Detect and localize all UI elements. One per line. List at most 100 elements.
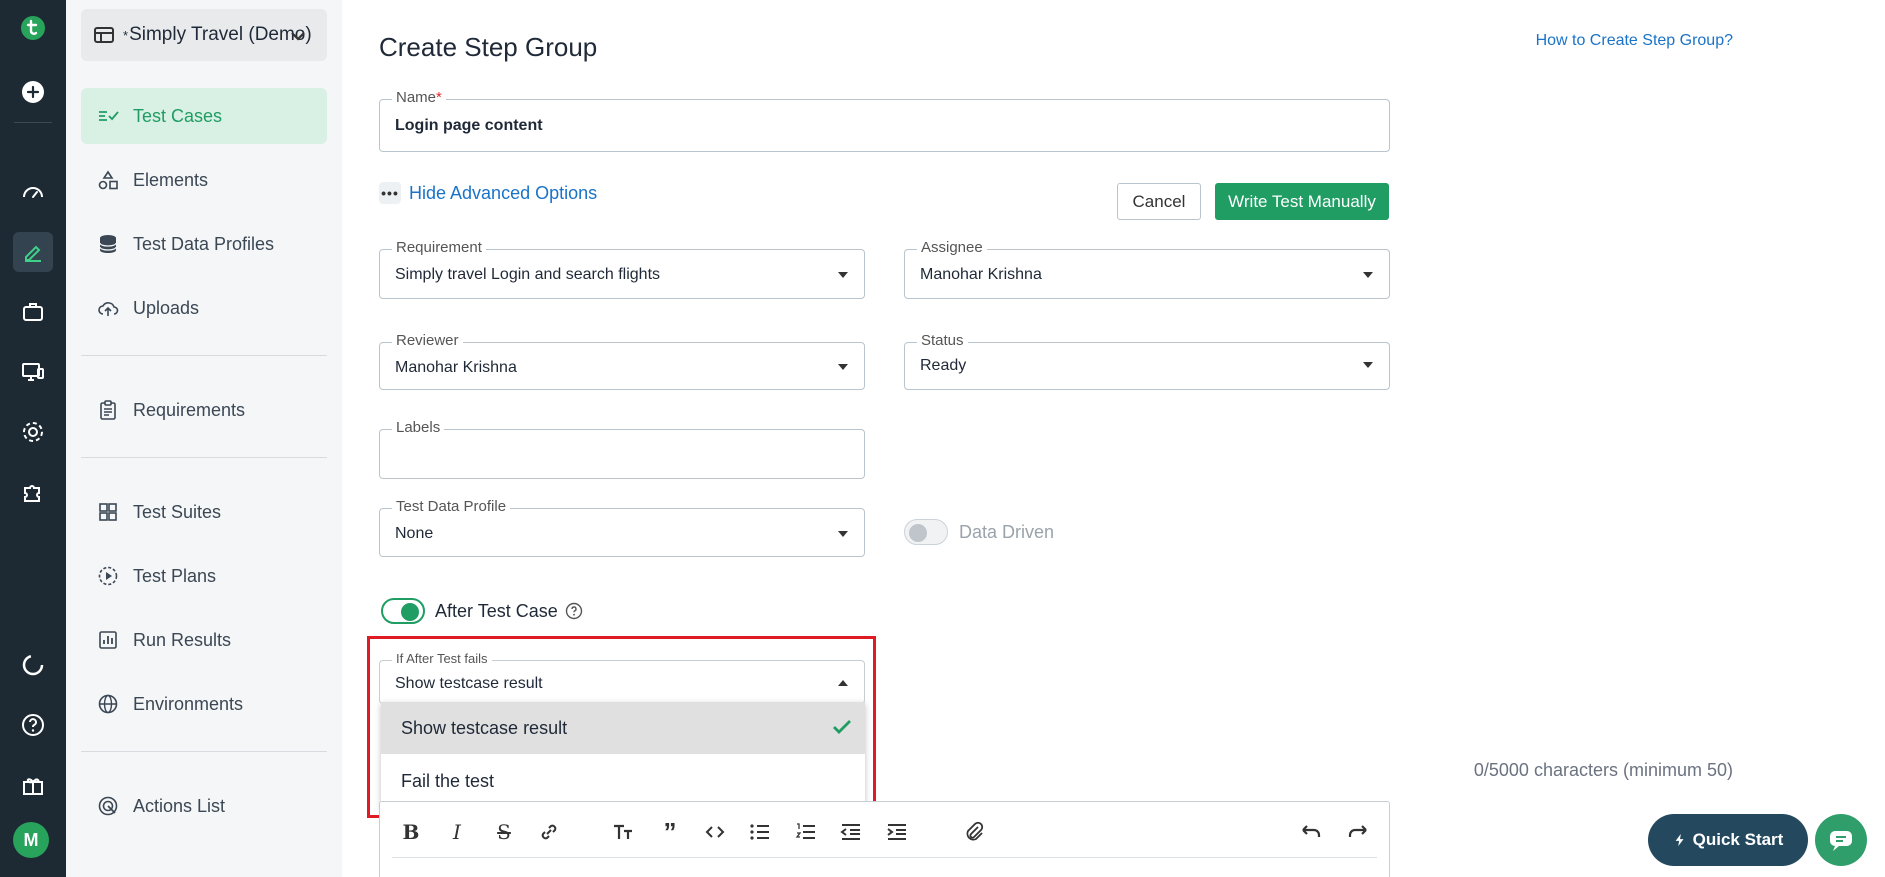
sidebar-item-test-plans[interactable]: Test Plans (81, 548, 327, 604)
name-field[interactable]: Name* Login page content (379, 89, 1390, 152)
sidebar-item-label: Uploads (133, 297, 200, 318)
outdent-icon[interactable] (838, 819, 864, 845)
strikethrough-icon[interactable]: S (491, 819, 517, 845)
sidebar-item-test-suites[interactable]: Test Suites (81, 484, 327, 540)
bullet-list-icon[interactable] (747, 819, 773, 845)
chevron-down-icon (291, 32, 305, 41)
hide-advanced-options-link[interactable]: ••• Hide Advanced Options (379, 182, 597, 204)
data-driven-toggle[interactable] (904, 519, 948, 545)
monitor-icon[interactable] (13, 352, 53, 392)
sidebar-item-run-results[interactable]: Run Results (81, 612, 327, 668)
quote-icon[interactable]: ” (657, 817, 683, 847)
name-label: Name* (392, 89, 446, 106)
settings-icon[interactable] (13, 412, 53, 452)
bold-icon[interactable]: B (398, 819, 424, 845)
code-icon[interactable] (702, 819, 728, 845)
description-editor[interactable]: B I S ” (379, 801, 1390, 877)
cancel-button[interactable]: Cancel (1117, 183, 1201, 220)
caret-down-icon (1363, 272, 1373, 278)
help-icon[interactable] (13, 705, 53, 745)
sidebar-divider (81, 355, 327, 356)
requirement-value: Simply travel Login and search flights (395, 266, 661, 283)
sidebar-item-label: Test Data Profiles (133, 233, 275, 254)
sidebar-item-actions-list[interactable]: Actions List (81, 778, 327, 834)
project-selector[interactable]: * Simply Travel (Demo) (81, 9, 327, 61)
sidebar-item-test-data-profiles[interactable]: Test Data Profiles (81, 216, 327, 272)
test-data-profile-label: Test Data Profile (392, 498, 511, 515)
puzzle-icon[interactable] (13, 472, 53, 512)
add-icon[interactable] (13, 72, 53, 112)
assignee-select[interactable]: Assignee Manohar Krishna (904, 239, 1390, 299)
sidebar-item-elements[interactable]: Elements (81, 152, 327, 208)
app-rail: M (0, 0, 66, 877)
globe-icon (98, 694, 118, 714)
sidebar-item-test-cases[interactable]: Test Cases (81, 88, 327, 144)
sidebar-item-label: Actions List (133, 795, 226, 816)
sidebar-item-label: Test Cases (133, 105, 223, 126)
heading-icon[interactable] (610, 819, 636, 845)
help-circle-icon[interactable] (565, 602, 583, 620)
sidebar-item-label: Test Suites (133, 501, 222, 522)
bar-chart-icon (99, 631, 117, 649)
chat-icon (1830, 831, 1852, 851)
test-data-profile-select[interactable]: Test Data Profile None (379, 498, 865, 557)
toggle-knob (909, 524, 927, 542)
gift-icon[interactable] (13, 765, 53, 805)
database-icon (99, 235, 117, 253)
sidebar: * Simply Travel (Demo) Test Cases Elemen… (66, 0, 342, 877)
avatar[interactable]: M (13, 822, 49, 858)
write-test-manually-button[interactable]: Write Test Manually (1215, 183, 1389, 220)
chat-button[interactable] (1815, 814, 1867, 866)
page-title: Create Step Group (379, 32, 598, 62)
grid-icon (99, 503, 117, 521)
after-test-case-toggle[interactable] (381, 598, 425, 624)
sidebar-divider (81, 457, 327, 458)
project-icon (94, 27, 114, 43)
data-driven-label: Data Driven (959, 522, 1055, 542)
project-modified-mark: * (123, 27, 129, 43)
sidebar-item-uploads[interactable]: Uploads (81, 280, 327, 336)
test-data-profile-value: None (395, 525, 434, 542)
link-icon[interactable] (536, 819, 562, 845)
labels-input[interactable]: Labels (379, 419, 865, 479)
caret-down-icon (838, 531, 848, 537)
help-link[interactable]: How to Create Step Group? (1345, 32, 1733, 50)
sidebar-item-label: Requirements (133, 399, 246, 420)
quick-start-label: Quick Start (1692, 830, 1784, 849)
status-label: Status (917, 332, 968, 349)
name-label-text: Name (396, 89, 437, 106)
sidebar-item-requirements[interactable]: Requirements (81, 382, 327, 438)
briefcase-icon[interactable] (13, 292, 53, 332)
requirement-select[interactable]: Requirement Simply travel Login and sear… (379, 239, 865, 299)
required-mark: * (436, 89, 442, 106)
advanced-options-label: Hide Advanced Options (409, 182, 598, 203)
sidebar-divider (81, 751, 327, 752)
dashboard-icon[interactable] (13, 172, 53, 212)
status-select[interactable]: Status Ready (904, 332, 1390, 390)
loader-icon[interactable] (13, 645, 53, 685)
sidebar-item-label: Environments (133, 693, 244, 714)
indent-icon[interactable] (884, 819, 910, 845)
numbered-list-icon[interactable] (793, 819, 819, 845)
character-count: 0/5000 characters (minimum 50) (1473, 760, 1733, 780)
sidebar-item-environments[interactable]: Environments (81, 676, 327, 732)
redo-icon[interactable] (1345, 819, 1371, 845)
main-content: Create Step Group How to Create Step Gro… (342, 0, 1885, 877)
undo-icon[interactable] (1298, 819, 1324, 845)
quick-start-button[interactable]: Quick Start (1648, 814, 1808, 866)
reviewer-select[interactable]: Reviewer Manohar Krishna (379, 332, 865, 390)
toolbar-divider (392, 857, 1377, 858)
italic-icon[interactable]: I (444, 819, 470, 845)
assignee-label: Assignee (917, 239, 987, 256)
highlight-box (367, 636, 876, 818)
edit-icon[interactable] (13, 232, 53, 272)
play-circle-icon (98, 566, 118, 586)
caret-down-icon (838, 272, 848, 278)
cloud-upload-icon (98, 302, 119, 316)
caret-down-icon (1363, 362, 1373, 368)
elements-icon (98, 170, 118, 190)
status-value: Ready (920, 357, 967, 374)
lightning-icon (1675, 833, 1684, 847)
attachment-icon[interactable] (961, 819, 987, 845)
logo-icon[interactable] (13, 8, 53, 48)
